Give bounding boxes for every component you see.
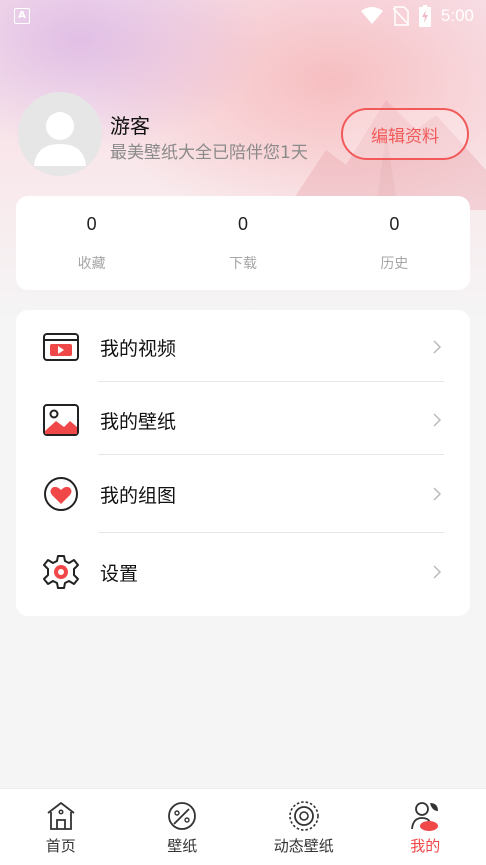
status-time: 5:00 <box>440 6 474 25</box>
menu-label: 我的壁纸 <box>100 410 177 433</box>
nav-wallpaper[interactable]: 壁纸 <box>122 789 244 865</box>
menu-label: 我的组图 <box>100 484 177 507</box>
nav-live-wallpaper[interactable]: 动态壁纸 <box>243 789 365 865</box>
stats-card: 0 收藏 0 下载 0 历史 <box>16 196 470 290</box>
no-sim-icon <box>392 6 409 26</box>
nav-label: 我的 <box>410 837 441 855</box>
chevron-right-icon <box>433 565 442 579</box>
username: 游客 <box>110 114 150 138</box>
nav-home[interactable]: 首页 <box>0 789 122 865</box>
menu-item-settings[interactable]: 设置 <box>16 535 470 609</box>
stat-label: 历史 <box>380 256 409 272</box>
divider <box>98 454 444 455</box>
live-wallpaper-icon <box>288 801 319 831</box>
menu-card: 我的视频 我的壁纸 我的组图 设置 <box>16 310 470 616</box>
bottom-navigation: 首页 壁纸 动态壁纸 我的 <box>0 788 486 865</box>
avatar[interactable] <box>18 92 102 176</box>
companion-days-text: 最美壁纸大全已陪伴您1天 <box>110 143 308 163</box>
stat-favorites[interactable]: 0 收藏 <box>16 196 167 290</box>
app-notification-icon: A <box>14 8 30 24</box>
stat-label: 下载 <box>228 256 257 272</box>
wifi-icon <box>360 7 383 24</box>
nav-label: 动态壁纸 <box>273 837 334 855</box>
menu-label: 设置 <box>100 562 139 585</box>
user-silhouette-icon <box>34 112 86 166</box>
profile-icon <box>411 802 439 831</box>
nav-label: 首页 <box>45 837 76 855</box>
menu-item-my-wallpapers[interactable]: 我的壁纸 <box>16 383 470 457</box>
stat-history[interactable]: 0 历史 <box>319 196 470 290</box>
chevron-right-icon <box>433 487 442 501</box>
menu-item-my-albums[interactable]: 我的组图 <box>16 457 470 531</box>
heart-album-icon <box>44 477 78 511</box>
divider <box>98 532 444 533</box>
menu-item-my-videos[interactable]: 我的视频 <box>16 310 470 384</box>
divider <box>98 381 444 382</box>
nav-label: 壁纸 <box>167 837 198 855</box>
status-bar: A 5:00 <box>0 0 486 34</box>
nav-mine[interactable]: 我的 <box>365 789 486 865</box>
stat-downloads[interactable]: 0 下载 <box>167 196 318 290</box>
menu-label: 我的视频 <box>100 337 177 360</box>
stat-value: 0 <box>237 214 248 234</box>
picture-icon <box>43 404 79 436</box>
video-icon <box>43 333 79 361</box>
palette-icon <box>168 802 197 830</box>
home-icon <box>47 802 75 830</box>
chevron-right-icon <box>433 413 442 427</box>
stat-value: 0 <box>86 214 97 234</box>
settings-gear-icon <box>43 555 79 589</box>
stat-label: 收藏 <box>77 256 106 272</box>
chevron-right-icon <box>433 340 442 354</box>
stat-value: 0 <box>389 214 400 234</box>
edit-profile-button[interactable]: 编辑资料 <box>341 108 469 160</box>
battery-icon <box>418 5 431 27</box>
